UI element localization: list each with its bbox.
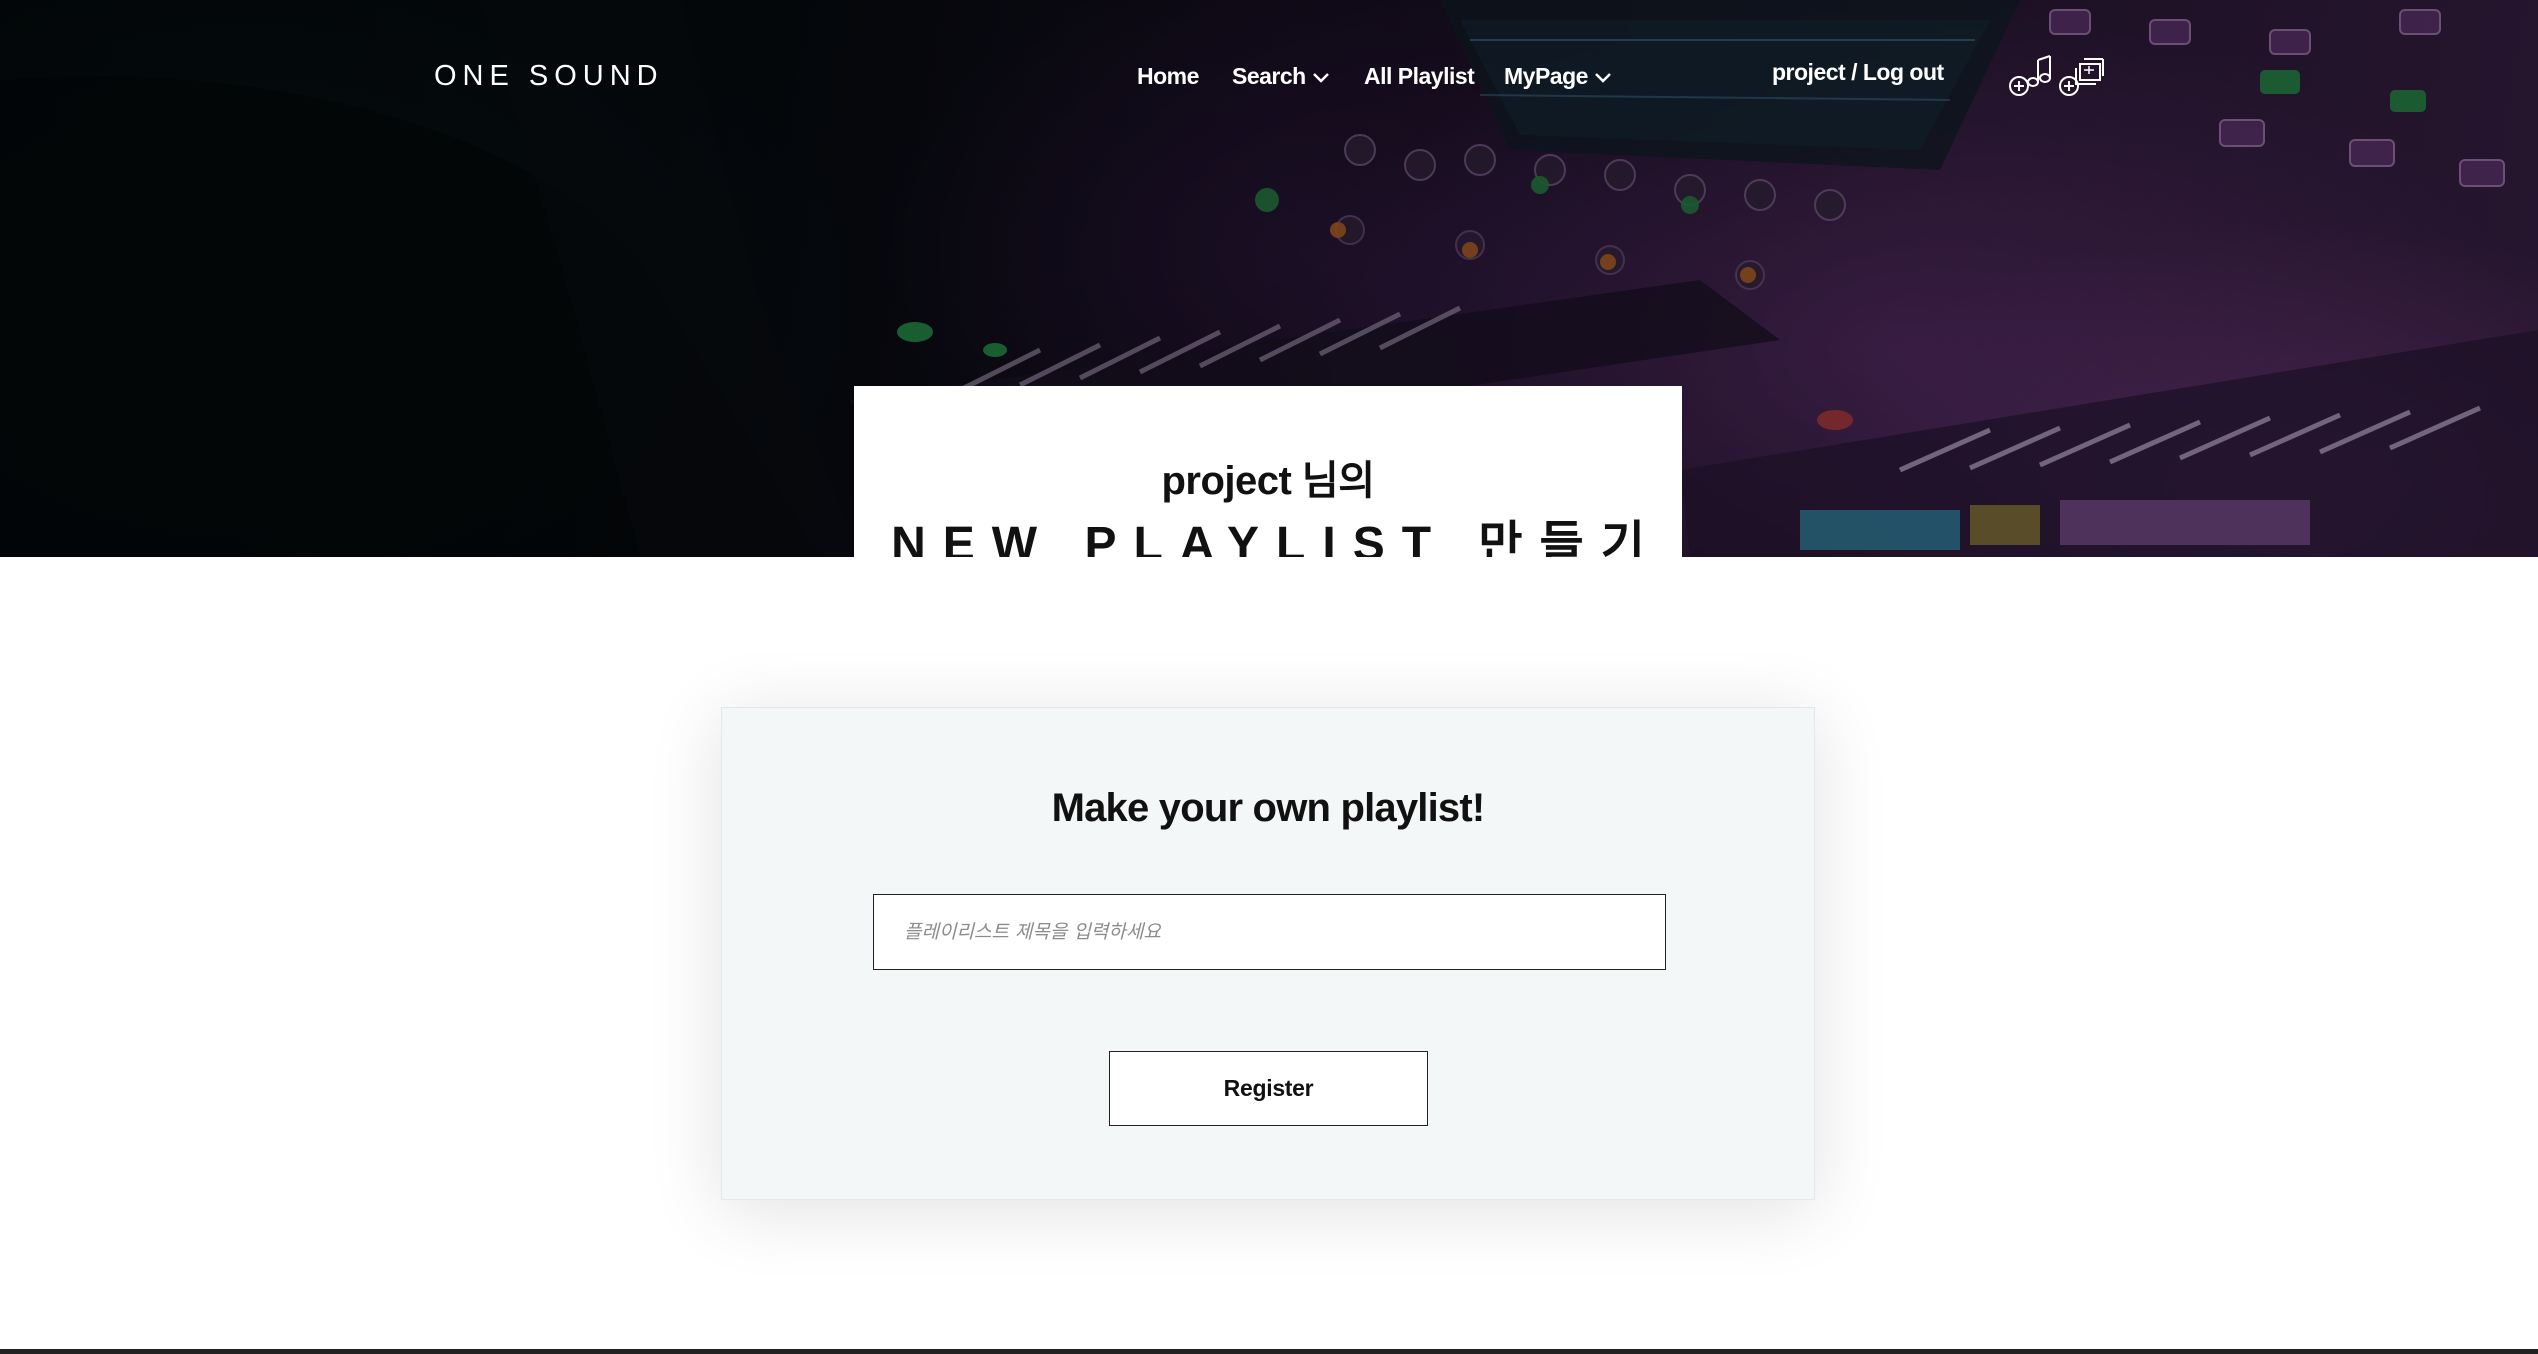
nav-mypage[interactable]: MyPage	[1504, 56, 1612, 96]
chevron-down-icon	[1312, 73, 1329, 83]
nav-all-playlist[interactable]: All Playlist	[1364, 56, 1475, 96]
chevron-down-icon	[1595, 73, 1611, 83]
add-playlist-icon[interactable]	[2058, 56, 2104, 98]
main-nav: Home Search All Playlist MyPage	[0, 56, 2538, 96]
hero-banner: ONE SOUND Home Search All Playlist MyPag…	[0, 0, 2538, 557]
create-playlist-panel: Make your own playlist! Register	[721, 707, 1815, 1200]
register-button[interactable]: Register	[1109, 1051, 1428, 1126]
form-title: Make your own playlist!	[1051, 786, 1486, 830]
nav-search[interactable]: Search	[1232, 56, 1330, 96]
nav-home[interactable]: Home	[1137, 56, 1199, 96]
add-music-icon[interactable]	[2008, 54, 2052, 98]
nav-mypage-label: MyPage	[1504, 63, 1588, 89]
login-logout-link[interactable]: project / Log out	[1772, 52, 1944, 92]
nav-search-label: Search	[1232, 63, 1306, 89]
playlist-title-input[interactable]	[873, 894, 1666, 970]
page-title: NEW PLAYLIST 만들기	[891, 518, 1662, 557]
page-bottom-border	[0, 1349, 2538, 1354]
page-greeting: project 님의	[1161, 459, 1375, 503]
page-title-card: project 님의 NEW PLAYLIST 만들기	[854, 386, 1682, 557]
